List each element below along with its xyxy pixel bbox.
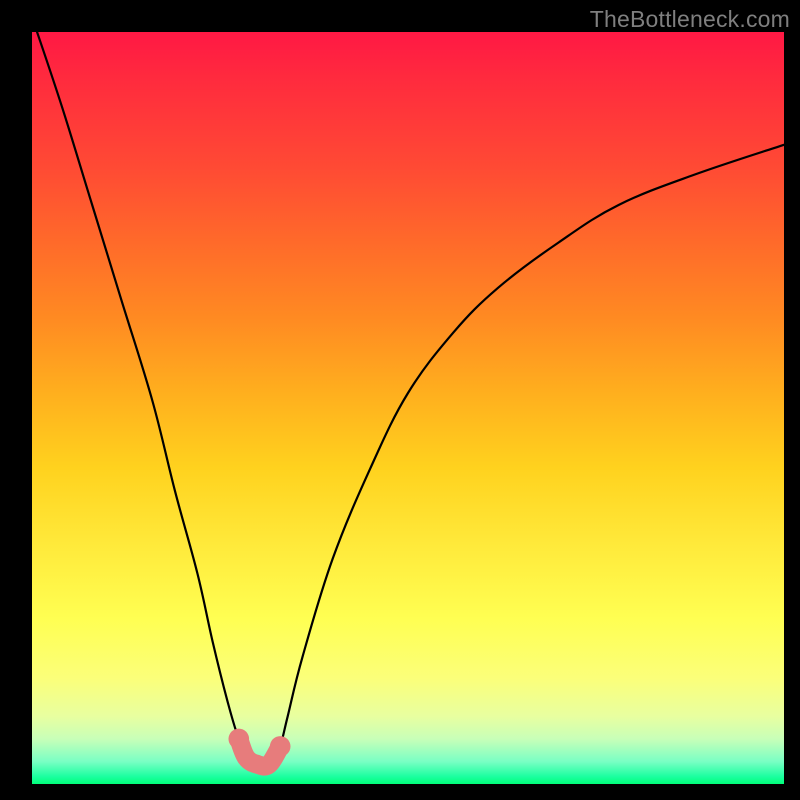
chart-frame: TheBottleneck.com [0, 0, 800, 800]
curve-layer [32, 32, 784, 784]
optimal-endpoint [229, 729, 250, 750]
bottleneck-curve [32, 17, 784, 765]
plot-area [32, 32, 784, 784]
attribution-watermark: TheBottleneck.com [590, 6, 790, 33]
optimal-highlight [229, 729, 291, 767]
optimal-endpoint [270, 736, 291, 757]
